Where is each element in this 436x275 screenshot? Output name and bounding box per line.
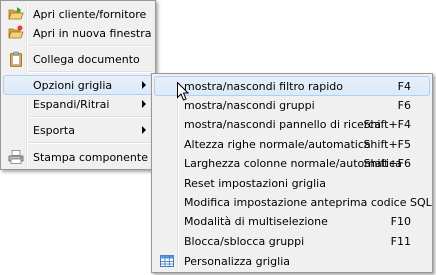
shortcut-label: Shift+F6 [363, 157, 411, 170]
submenu-item-anteprima-sql[interactable]: Modifica impostazione anteprima codice S… [154, 192, 432, 212]
menu-item-label: Altezza righe normale/automatica [184, 138, 371, 151]
grid-icon [159, 253, 175, 269]
menu-separator [29, 45, 153, 47]
menu-item-collega-documento[interactable]: Collega documento [3, 49, 153, 69]
submenu-item-larghezza-colonne[interactable]: Larghezza colonne normale/automatica Shi… [154, 153, 430, 173]
open-folder-new-icon [8, 25, 24, 41]
menu-separator [29, 142, 153, 144]
menu-separator [29, 71, 153, 73]
submenu-item-blocca-gruppi[interactable]: Blocca/sblocca gruppi F11 [154, 231, 430, 251]
menu-item-label: Collega documento [33, 53, 140, 66]
menu-item-label: Espandi/Ritrai [33, 98, 110, 111]
menu-item-label: Stampa componente [33, 151, 148, 164]
menu-item-apri-in-nuova-finestra[interactable]: Apri in nuova finestra [3, 23, 153, 43]
menu-item-apri-cliente-fornitore[interactable]: Apri cliente/fornitore [3, 4, 153, 24]
menu-item-espandi-ritrai[interactable]: Espandi/Ritrai [3, 94, 153, 114]
submenu-item-reset-impostazioni[interactable]: Reset impostazioni griglia [154, 173, 430, 193]
menu-item-label: Apri in nuova finestra [33, 27, 152, 40]
menu-separator [29, 116, 153, 118]
context-menu: Apri cliente/fornitore Apri in nuova fin… [0, 0, 156, 170]
menu-item-label: mostra/nascondi pannello di ricerca [184, 118, 381, 131]
shortcut-label: Shift+F4 [363, 118, 411, 131]
shortcut-label: F11 [390, 235, 411, 248]
submenu-arrow-icon [142, 126, 146, 134]
menu-item-label: Modalità di multiselezione [184, 215, 328, 228]
menu-item-label: mostra/nascondi filtro rapido [184, 80, 344, 93]
menu-item-label: mostra/nascondi gruppi [184, 99, 315, 112]
menu-item-stampa-componente[interactable]: Stampa componente [3, 147, 153, 167]
menu-item-label: Apri cliente/fornitore [33, 8, 147, 21]
printer-icon [8, 149, 24, 165]
submenu-item-gruppi[interactable]: mostra/nascondi gruppi F6 [154, 95, 430, 115]
shortcut-label: F10 [390, 215, 411, 228]
menu-item-esporta[interactable]: Esporta [3, 120, 153, 140]
submenu-item-multiselezione[interactable]: Modalità di multiselezione F10 [154, 211, 430, 231]
submenu-opzioni-griglia: mostra/nascondi filtro rapido F4 mostra/… [151, 73, 433, 273]
open-folder-icon [8, 6, 24, 22]
submenu-item-pannello-ricerca[interactable]: mostra/nascondi pannello di ricerca Shif… [154, 114, 430, 134]
submenu-arrow-icon [142, 81, 146, 89]
menu-item-label: Blocca/sblocca gruppi [184, 235, 305, 248]
submenu-item-filtro-rapido[interactable]: mostra/nascondi filtro rapido F4 [154, 76, 430, 96]
menu-item-label: Opzioni griglia [33, 79, 113, 92]
submenu-item-altezza-righe[interactable]: Altezza righe normale/automatica Shift+F… [154, 134, 430, 154]
menu-item-label: Reset impostazioni griglia [184, 177, 326, 190]
menu-item-label: Esporta [33, 124, 75, 137]
submenu-arrow-icon [142, 100, 146, 108]
clipboard-icon [8, 51, 24, 67]
shortcut-label: F4 [397, 80, 411, 93]
submenu-item-personalizza-griglia[interactable]: Personalizza griglia [154, 251, 430, 271]
menu-item-label: Personalizza griglia [184, 255, 290, 268]
mouse-cursor-icon [177, 82, 189, 101]
shortcut-label: Shift+F5 [363, 138, 411, 151]
menu-item-label: Modifica impostazione anteprima codice S… [184, 196, 432, 209]
menu-item-opzioni-griglia[interactable]: Opzioni griglia [3, 75, 153, 95]
shortcut-label: F6 [397, 99, 411, 112]
